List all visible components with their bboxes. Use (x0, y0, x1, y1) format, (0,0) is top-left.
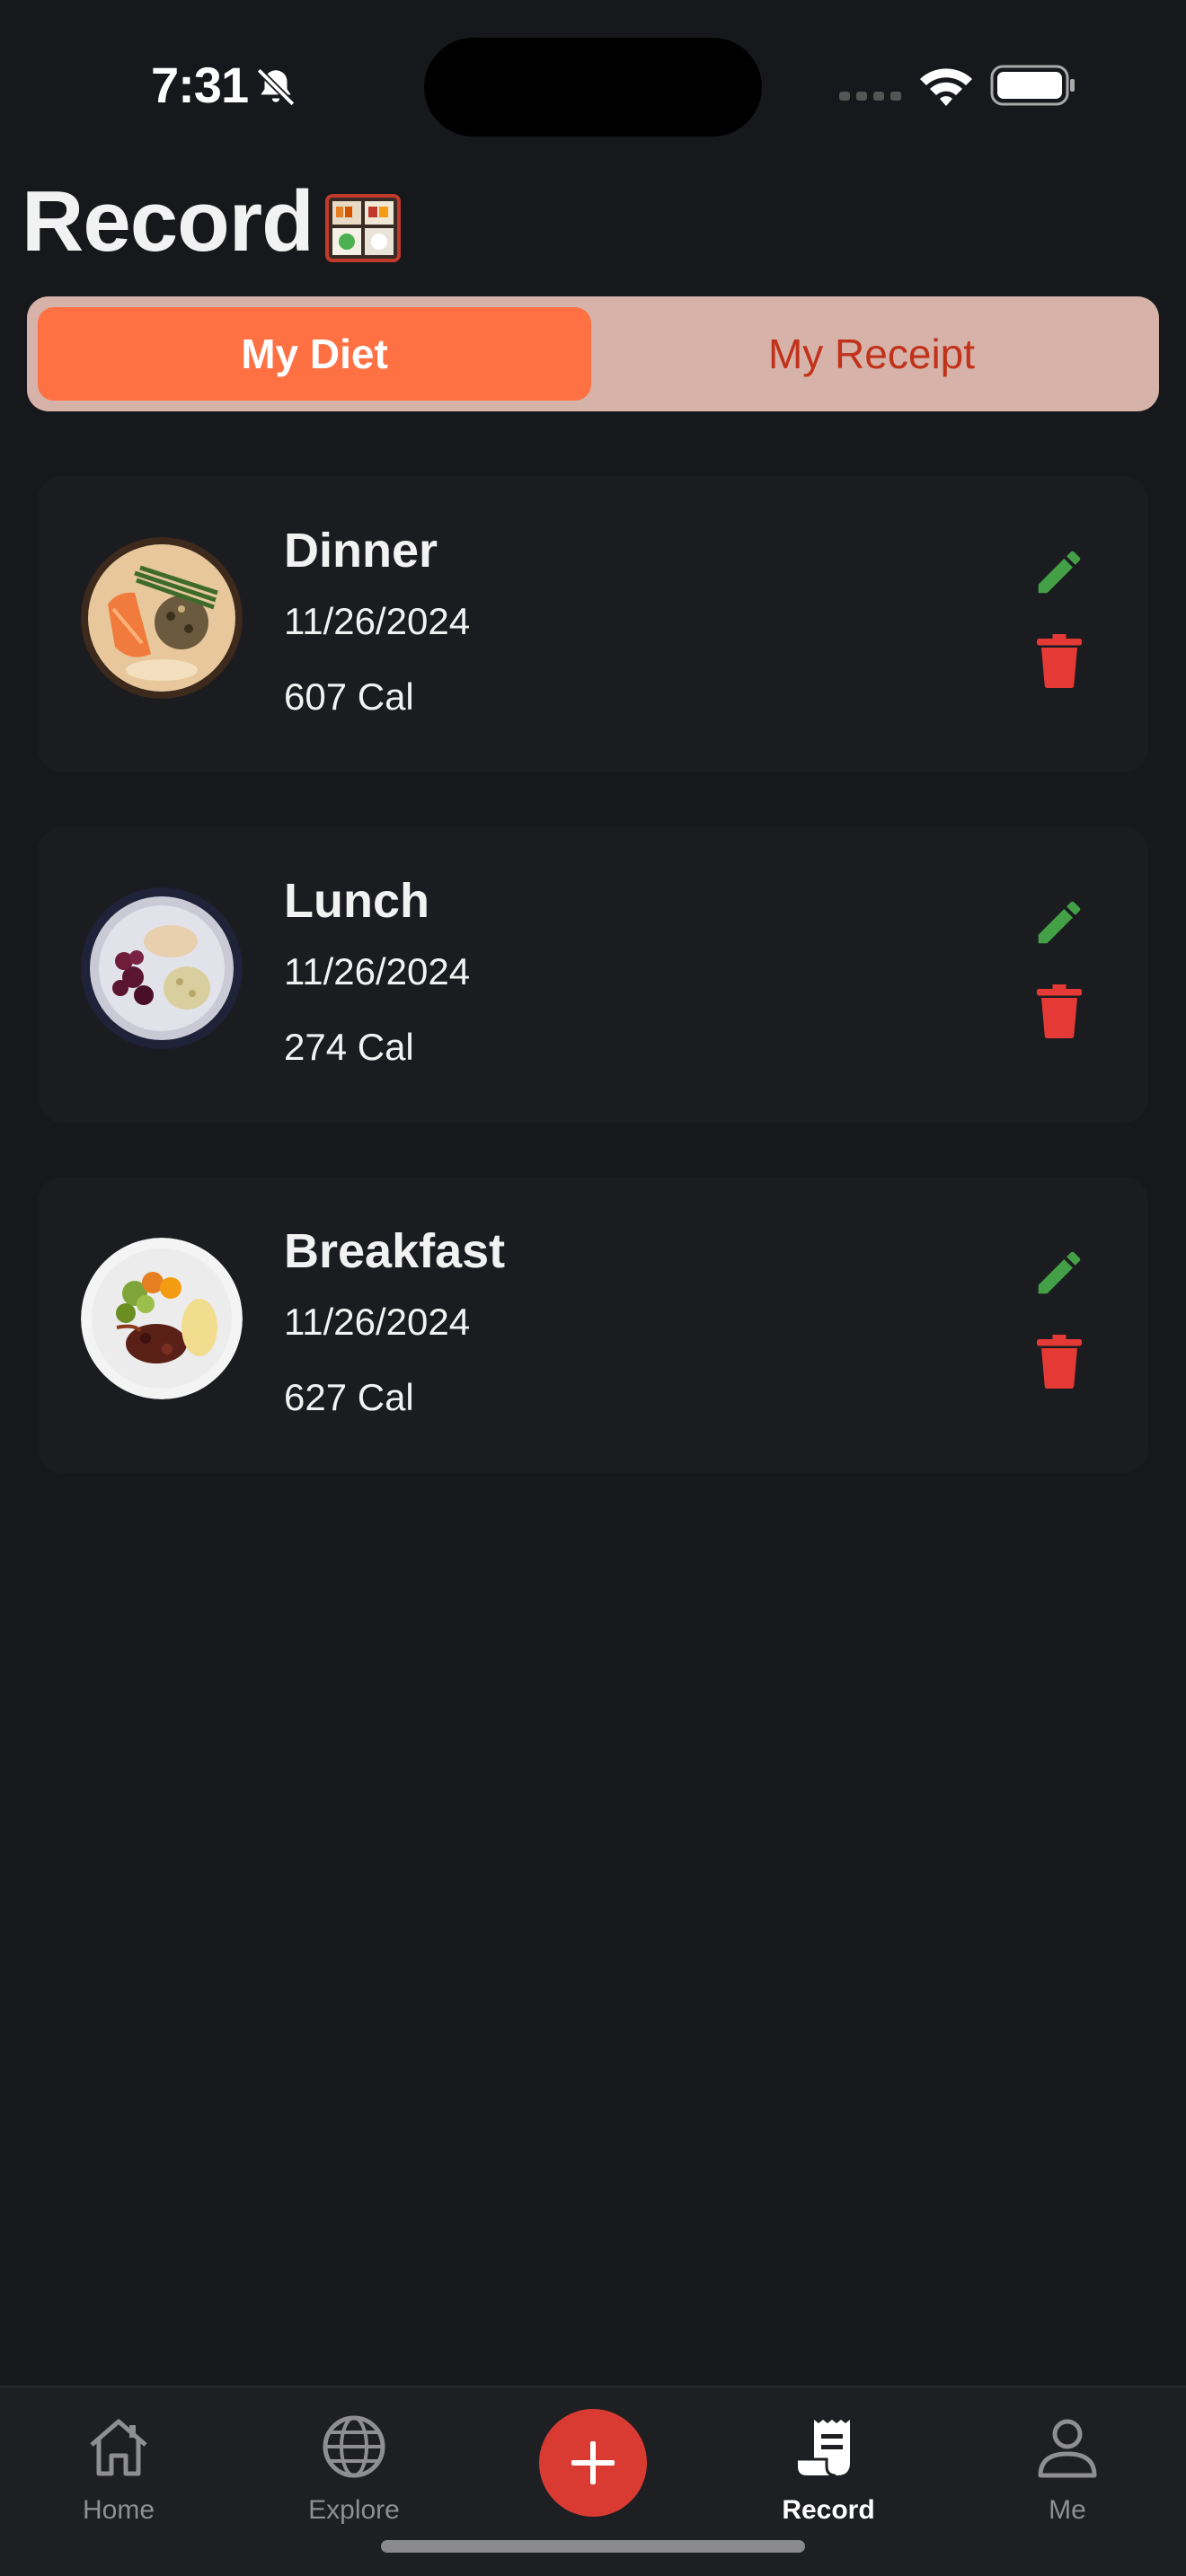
meal-calories: 627 Cal (284, 1376, 414, 1418)
trash-delete-icon[interactable] (1037, 1335, 1082, 1389)
tab-me[interactable]: Me (978, 2405, 1157, 2540)
meat-veg-plate-icon (81, 1238, 243, 1399)
tab-label: Home (82, 2495, 155, 2525)
trash-delete-icon[interactable] (1037, 984, 1082, 1038)
meal-date: 11/26/2024 (284, 950, 471, 992)
battery-icon (990, 65, 1075, 106)
tab-explore[interactable]: Explore (264, 2405, 444, 2540)
tab-home[interactable]: Home (29, 2405, 208, 2540)
tab-record[interactable]: Record (739, 2405, 918, 2540)
meal-date: 11/26/2024 (284, 1301, 471, 1343)
tab-my-receipt[interactable]: My Receipt (595, 307, 1148, 401)
meal-calories: 607 Cal (284, 675, 414, 718)
salmon-plate-icon (81, 537, 243, 699)
record-screen: 7:31 Record My Diet My Receipt Dinner 11… (0, 0, 1186, 2576)
wifi-icon (920, 68, 972, 106)
plus-icon (571, 2441, 615, 2484)
pencil-edit-icon[interactable] (1031, 895, 1087, 950)
page-title: Record (22, 173, 314, 269)
meal-name: Dinner (284, 524, 438, 578)
beet-chicken-plate-icon (81, 887, 243, 1049)
meal-name: Lunch (284, 874, 429, 928)
pencil-edit-icon[interactable] (1031, 1245, 1087, 1301)
home-indicator (381, 2540, 805, 2553)
meal-name: Breakfast (284, 1224, 506, 1278)
dynamic-island (424, 38, 762, 137)
meal-calories: 274 Cal (284, 1026, 414, 1068)
bell-slash-icon (256, 67, 296, 107)
tab-label: Explore (308, 2495, 400, 2525)
home-icon (90, 2419, 147, 2476)
receipt-icon (798, 2420, 850, 2477)
status-time: 7:31 (151, 57, 249, 113)
meal-card-breakfast[interactable]: Breakfast 11/26/2024 627 Cal (38, 1177, 1148, 1473)
pencil-edit-icon[interactable] (1031, 544, 1087, 600)
add-meal-button[interactable] (539, 2409, 647, 2517)
person-icon (1038, 2419, 1097, 2478)
globe-icon (323, 2415, 385, 2478)
tab-label: Record (782, 2495, 875, 2525)
cellular-signal-icon (839, 92, 901, 101)
tab-my-diet[interactable]: My Diet (38, 307, 591, 401)
meal-date: 11/26/2024 (284, 600, 471, 642)
meal-card-lunch[interactable]: Lunch 11/26/2024 274 Cal (38, 826, 1148, 1123)
meal-card-dinner[interactable]: Dinner 11/26/2024 607 Cal (38, 476, 1148, 772)
tab-label: Me (1049, 2495, 1086, 2525)
trash-delete-icon[interactable] (1037, 634, 1082, 688)
record-type-segmented-control: My Diet My Receipt (27, 296, 1159, 411)
bento-box-icon (325, 194, 401, 262)
